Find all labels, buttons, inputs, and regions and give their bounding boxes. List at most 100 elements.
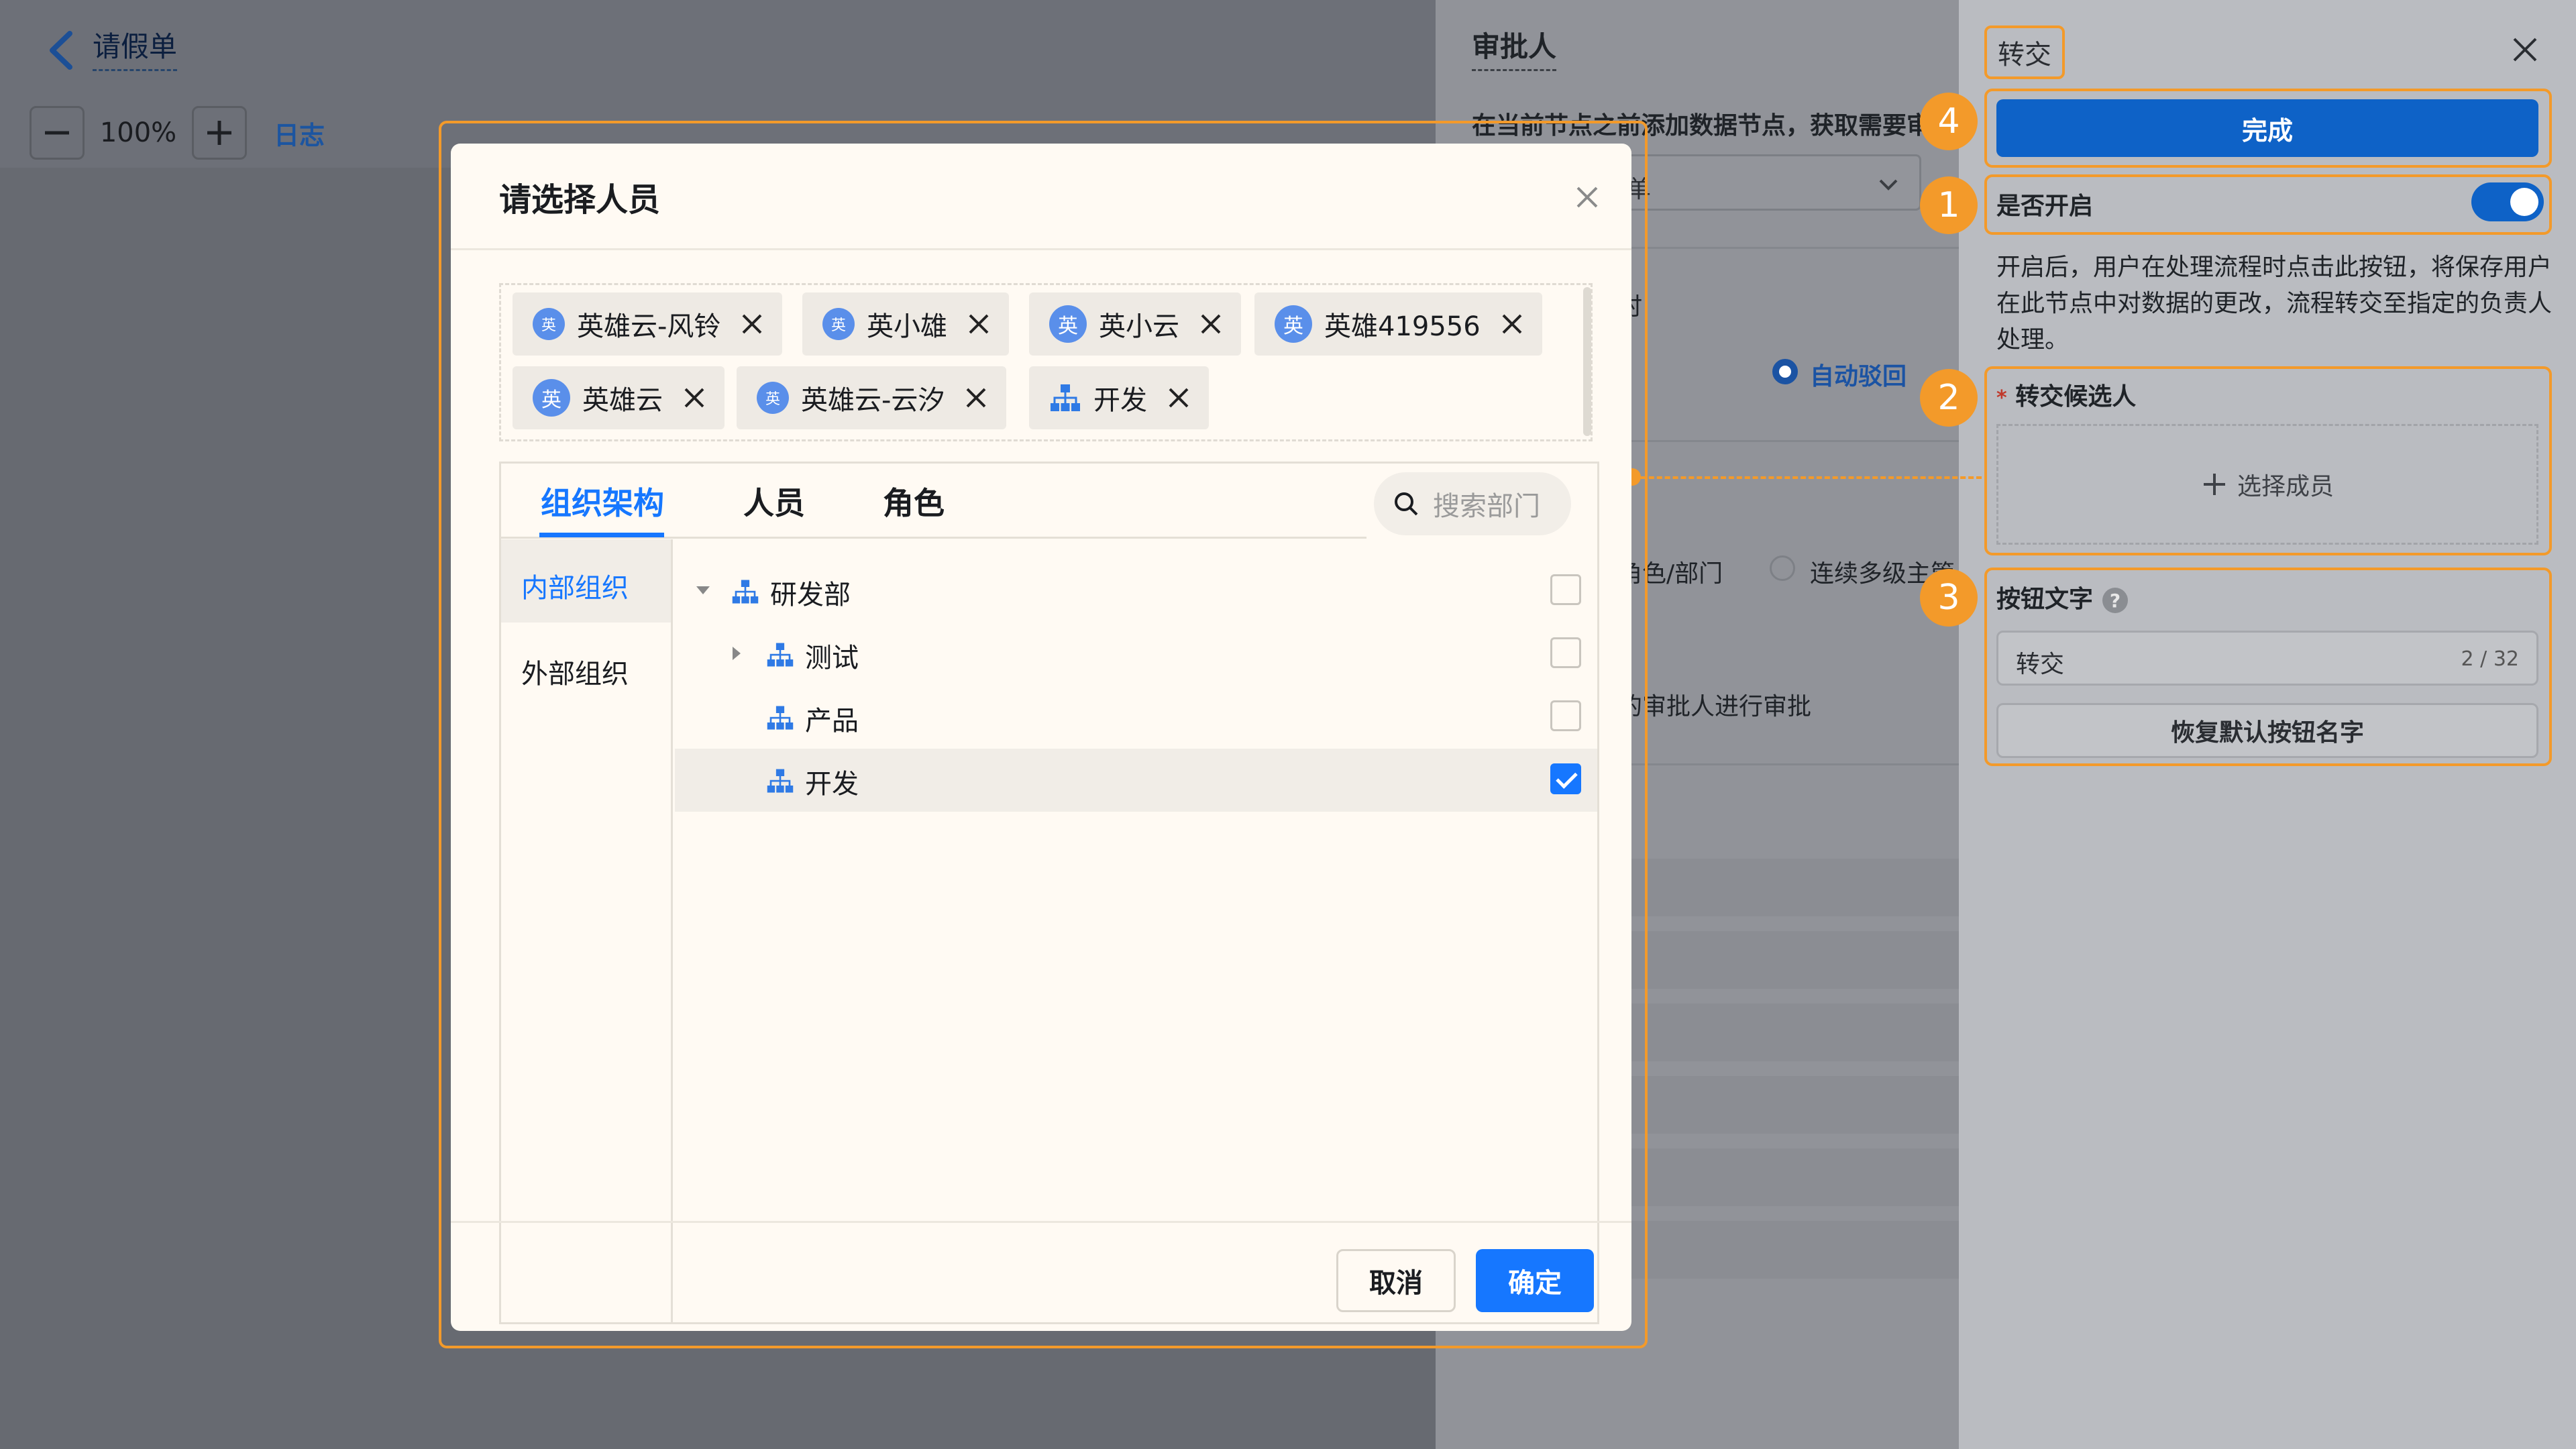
zoom-out-button[interactable] <box>30 106 85 160</box>
chip-label: 英小云 <box>1099 311 1179 342</box>
selected-chip: 开发 <box>1029 366 1209 429</box>
search-icon <box>1395 492 1418 516</box>
modal-title: 请选择人员 <box>499 181 661 219</box>
approver-panel-title: 审批人 <box>1472 24 1557 71</box>
selected-chip: 英 英小云 <box>1029 292 1241 356</box>
avatar: 英 <box>757 382 789 414</box>
tree-label: 产品 <box>805 706 859 737</box>
select-member-button[interactable]: 选择成员 <box>1996 424 2538 545</box>
option-row <box>1610 1004 1959 1061</box>
tab-org-structure[interactable]: 组织架构 <box>541 479 664 523</box>
avatar: 英 <box>822 308 855 340</box>
selected-chip: 英 英雄419556 <box>1254 292 1542 356</box>
step-badge-1: 1 <box>1920 176 1978 234</box>
done-button[interactable]: 完成 <box>1996 99 2538 157</box>
transfer-panel-title: 转交 <box>1984 25 2065 79</box>
plus-icon <box>207 121 231 145</box>
auto-reject-radio[interactable] <box>1772 359 1798 384</box>
transfer-panel: 转交 完成 是否开启 开启后，用户在处理流程时点击此按钮，将保存用户在此节点中对… <box>1959 0 2576 1449</box>
zoom-value: 100% <box>99 117 177 148</box>
remove-icon[interactable] <box>1199 313 1222 335</box>
select-member-label: 选择成员 <box>2237 473 2334 500</box>
avatar: 英 <box>533 308 565 340</box>
caret-right-icon[interactable] <box>729 645 745 661</box>
org-tree-icon <box>767 643 794 667</box>
org-tree-icon <box>767 706 794 730</box>
option-row <box>1610 931 1959 989</box>
candidates-label-text: 转交候选人 <box>2015 383 2137 411</box>
chips-scrollbar[interactable] <box>1583 287 1591 436</box>
tree-row[interactable]: 测试 <box>675 623 1597 686</box>
chip-label: 英雄云-风铃 <box>577 311 721 342</box>
avatar: 英 <box>1275 305 1312 343</box>
option-row <box>1610 1148 1959 1206</box>
chip-label: 英雄云-云汐 <box>801 385 945 416</box>
zoom-bar: 100% 日志 <box>30 106 325 160</box>
tree-checkbox-checked[interactable] <box>1550 763 1581 794</box>
step-badge-4: 4 <box>1920 93 1978 150</box>
auto-reject-label: 自动驳回 <box>1810 363 1907 390</box>
org-tree-icon <box>767 769 794 793</box>
close-icon[interactable] <box>1575 185 1599 209</box>
close-icon[interactable] <box>2510 35 2540 64</box>
chip-label: 英小雄 <box>867 311 947 342</box>
org-tree-icon <box>732 580 759 604</box>
minus-icon <box>45 131 69 135</box>
cancel-button[interactable]: 取消 <box>1336 1249 1456 1312</box>
caret-down-icon[interactable] <box>695 582 711 598</box>
tree-label: 研发部 <box>770 580 851 610</box>
remove-icon[interactable] <box>1501 313 1523 335</box>
selected-chip: 英 英雄云-风铃 <box>513 292 783 356</box>
button-text-label: 按钮文字? <box>1996 580 2129 614</box>
enable-label: 是否开启 <box>1996 193 2094 220</box>
data-form-select[interactable]: 单 <box>1610 154 1921 211</box>
chevron-down-icon <box>1879 179 1898 191</box>
tree-row[interactable]: 开发 <box>675 749 1597 812</box>
back-arrow-icon[interactable] <box>42 27 82 74</box>
chip-label: 英雄云 <box>582 385 663 416</box>
reset-button-name-button[interactable]: 恢复默认按钮名字 <box>1996 703 2538 758</box>
divider <box>451 248 1631 250</box>
active-tab-indicator <box>539 533 664 537</box>
chip-label: 英雄419556 <box>1324 311 1481 342</box>
callout-connector <box>1633 476 1982 479</box>
zoom-in-button[interactable] <box>192 106 247 160</box>
tree-checkbox[interactable] <box>1550 637 1581 668</box>
org-tree-icon <box>1051 384 1080 411</box>
tree-checkbox[interactable] <box>1550 574 1581 605</box>
remove-icon[interactable] <box>683 386 706 409</box>
selected-chip: 英 英雄云 <box>513 366 724 429</box>
remove-icon[interactable] <box>741 313 763 335</box>
enable-toggle[interactable] <box>2471 182 2544 221</box>
step-badge-3: 3 <box>1920 569 1978 627</box>
tree-checkbox[interactable] <box>1550 700 1581 731</box>
remove-icon[interactable] <box>965 386 987 409</box>
transfer-help-text: 开启后，用户在处理流程时点击此按钮，将保存用户在此节点中对数据的更改，流程转交至… <box>1996 254 2553 354</box>
confirm-button[interactable]: 确定 <box>1476 1249 1594 1312</box>
help-icon[interactable]: ? <box>2102 588 2129 613</box>
button-text-input[interactable]: 转交 2 / 32 <box>1996 631 2538 686</box>
plus-icon <box>2203 474 2225 495</box>
tree-label: 测试 <box>805 643 859 674</box>
button-text-value: 转交 <box>2016 651 2065 678</box>
remove-icon[interactable] <box>967 313 990 335</box>
avatar: 英 <box>1049 305 1087 343</box>
button-text-label-text: 按钮文字 <box>1996 586 2094 613</box>
search-placeholder: 搜索部门 <box>1433 491 1540 522</box>
candidates-label: * 转交候选人 <box>1996 377 2136 412</box>
side-item-internal-org[interactable]: 内部组织 <box>501 539 671 623</box>
tree-label: 开发 <box>805 769 859 800</box>
tree-row[interactable]: 产品 <box>675 686 1597 749</box>
tab-roles[interactable]: 角色 <box>883 479 945 523</box>
selected-chip: 英 英雄云-云汐 <box>737 366 1007 429</box>
tab-members[interactable]: 人员 <box>743 479 805 523</box>
side-item-external-org[interactable]: 外部组织 <box>501 625 671 708</box>
step-badge-2: 2 <box>1920 369 1978 427</box>
tree-row[interactable]: 研发部 <box>675 559 1597 623</box>
dept-search-input[interactable]: 搜索部门 <box>1374 472 1571 535</box>
avatar: 英 <box>533 379 570 417</box>
log-link[interactable]: 日志 <box>274 115 325 152</box>
selected-chip: 英 英小雄 <box>802 292 1009 356</box>
remove-icon[interactable] <box>1167 386 1190 409</box>
multi-level-radio[interactable] <box>1770 555 1795 581</box>
